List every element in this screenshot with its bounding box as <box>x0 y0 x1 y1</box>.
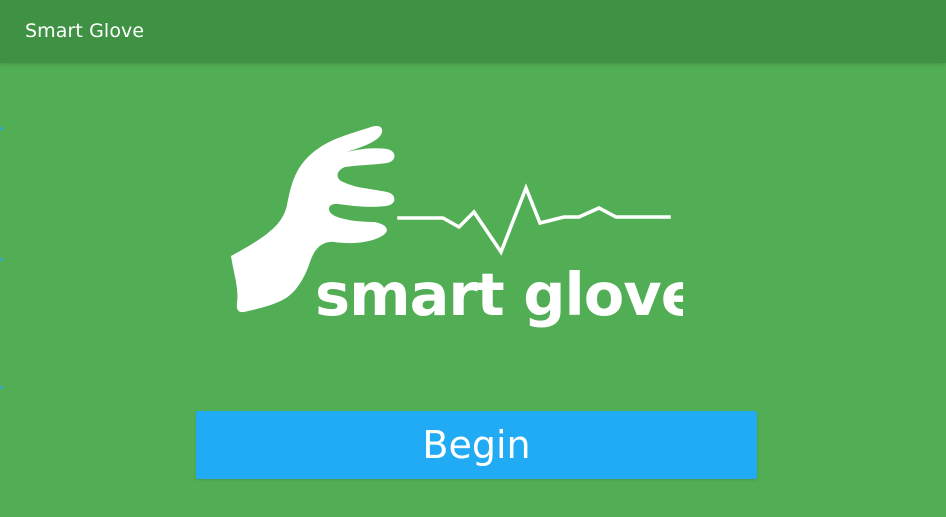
hand-sensor-pulse-icon: smart glove <box>231 126 683 329</box>
left-edge-marks <box>0 0 4 517</box>
smart-glove-screen: × × × Smart Glove smart glove Begin <box>0 0 946 517</box>
app-bar: Smart Glove <box>0 0 946 63</box>
begin-button[interactable]: Begin <box>196 411 757 479</box>
edge-debug-mark <box>0 258 3 261</box>
app-title: Smart Glove <box>25 20 145 42</box>
edge-debug-mark <box>0 386 3 389</box>
logo-wordmark: smart glove <box>315 260 683 329</box>
edge-debug-mark <box>0 127 3 130</box>
smart-glove-logo: smart glove <box>223 120 683 335</box>
